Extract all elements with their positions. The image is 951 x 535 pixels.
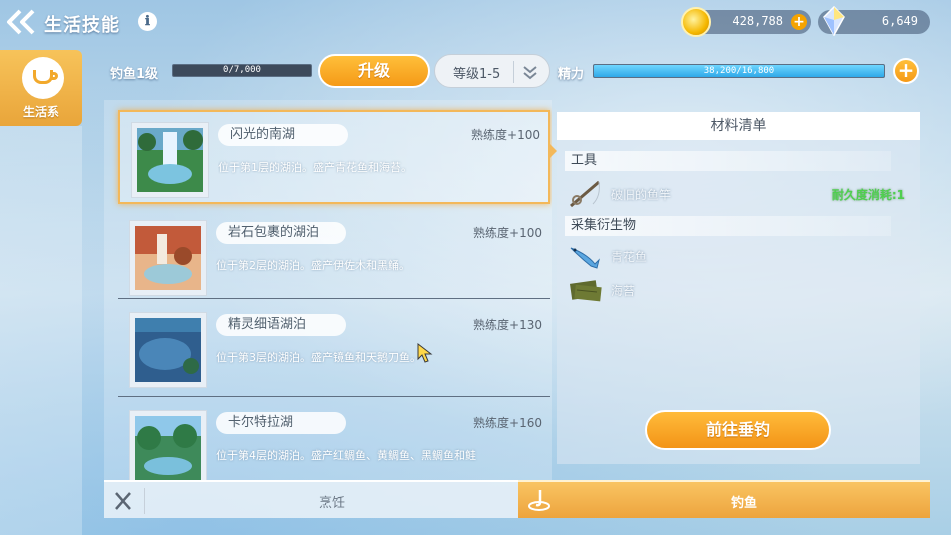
tool-row[interactable]: 破旧的鱼竿 耐久度消耗:1 [565, 178, 915, 210]
lake-name: 精灵细语湖泊 [216, 314, 346, 336]
tab-fishing[interactable]: 钓鱼 [518, 480, 930, 518]
proficiency-gain: 熟练度+160 [473, 416, 542, 430]
mouse-cursor-icon [417, 343, 433, 363]
tab-cooking-label: 烹饪 [318, 496, 345, 511]
skill-level-label: 钓鱼1级 [110, 67, 159, 82]
add-gold-button[interactable]: + [791, 14, 807, 30]
level-range-select[interactable]: 等级1-5 [434, 54, 550, 88]
creature-name: 海苔 [611, 284, 636, 298]
creature-name: 青花鱼 [611, 250, 648, 264]
list-divider [118, 396, 550, 397]
cup-handle [51, 72, 58, 80]
double-chevron-left-icon [7, 9, 35, 35]
cup-icon [33, 70, 53, 84]
list-divider [118, 298, 550, 299]
lake-item-1[interactable]: 闪光的南湖 熟练度+100 位于第1层的湖泊。盛产青花鱼和海苔。 [118, 110, 550, 204]
proficiency-gain: 熟练度+100 [471, 128, 540, 142]
lake-thumbnail [129, 220, 207, 296]
sidebar-tab-life[interactable]: 生活系 [0, 50, 82, 126]
fork-knife-icon [115, 492, 131, 510]
exp-bar: 0/7,000 [172, 64, 312, 77]
crystal-amount: 6,649 [881, 14, 918, 28]
lake-item-4[interactable]: 卡尔特拉湖 熟练度+160 位于第4层的湖泊。盛产红鲷鱼、黄鲷鱼、黑鲷鱼和鲑 [118, 400, 550, 480]
lake-list[interactable]: 闪光的南湖 熟练度+100 位于第1层的湖泊。盛产青花鱼和海苔。 岩石包裹的湖泊… [104, 100, 552, 480]
select-separator [513, 61, 514, 83]
tools-header: 工具 [565, 151, 891, 171]
energy-label: 精力 [558, 67, 585, 82]
crystal-currency: 6,649 [818, 6, 930, 36]
crystal-icon [823, 6, 845, 36]
selection-pointer [550, 144, 557, 158]
gold-amount: 428,788 [732, 14, 783, 28]
materials-panel: 材料清单 工具 破旧的鱼竿 耐久度消耗:1 采集衍生物 青花鱼 海苔 前往垂钓 [550, 112, 920, 464]
energy-bar: 38,200/16,800 [593, 64, 885, 78]
exp-text: 0/7,000 [223, 65, 261, 75]
mackerel-icon [570, 247, 600, 269]
lake-item-3[interactable]: 精灵细语湖泊 熟练度+130 位于第3层的湖泊。盛产镜鱼和天鹅刀鱼。 [118, 302, 550, 396]
tab-icon-circle [22, 57, 64, 99]
lake-image-rocks [135, 226, 201, 290]
lake-description: 位于第4层的湖泊。盛产红鲷鱼、黄鲷鱼、黑鲷鱼和鲑 [216, 449, 476, 462]
sidebar-strip [0, 126, 82, 535]
lake-image-waterfall [137, 128, 203, 192]
back-button[interactable] [4, 8, 38, 36]
proficiency-gain: 熟练度+100 [473, 226, 542, 240]
tool-durability: 耐久度消耗:1 [831, 188, 905, 202]
lake-item-2[interactable]: 岩石包裹的湖泊 熟练度+100 位于第2层的湖泊。盛产伊佐木和黑鲬。 [118, 210, 550, 304]
creature-row-1[interactable]: 青花鱼 [565, 240, 915, 272]
lake-name: 岩石包裹的湖泊 [216, 222, 346, 244]
tool-name: 破旧的鱼竿 [611, 188, 672, 202]
fishing-hook-icon [528, 490, 550, 511]
info-icon[interactable]: ℹ [138, 12, 157, 31]
lake-name: 闪光的南湖 [218, 124, 348, 146]
go-fishing-button[interactable]: 前往垂钓 [645, 410, 831, 450]
fishing-rod-icon [570, 180, 600, 208]
gold-coin-icon [681, 7, 711, 37]
creatures-header: 采集衍生物 [565, 216, 891, 236]
creature-row-2[interactable]: 海苔 [565, 274, 915, 306]
lake-thumbnail [131, 122, 209, 198]
lake-description: 位于第1层的湖泊。盛产青花鱼和海苔。 [218, 161, 412, 174]
chevron-down-icon [523, 66, 537, 80]
level-range-value: 等级1-5 [453, 67, 501, 82]
gold-currency: 428,788 + [681, 7, 811, 37]
tab-cooking[interactable]: 烹饪 [104, 480, 518, 518]
lake-thumbnail [129, 312, 207, 388]
lake-thumbnail [129, 410, 207, 480]
lake-image-blue [135, 318, 201, 382]
lake-name: 卡尔特拉湖 [216, 412, 346, 434]
page-title: 生活技能 [44, 15, 120, 36]
seaweed-icon [570, 280, 602, 302]
add-energy-button[interactable]: + [893, 58, 919, 84]
bottom-tabs: 烹饪 钓鱼 [104, 480, 930, 518]
tab-fishing-label: 钓鱼 [730, 496, 757, 511]
upgrade-button[interactable]: 升级 [318, 54, 430, 88]
materials-title: 材料清单 [557, 112, 920, 140]
lake-description: 位于第2层的湖泊。盛产伊佐木和黑鲬。 [216, 259, 410, 272]
tab-separator [144, 488, 145, 514]
lake-image-forest [135, 416, 201, 480]
sidebar-tab-label: 生活系 [22, 105, 59, 119]
lake-description: 位于第3层的湖泊。盛产镜鱼和天鹅刀鱼。 [216, 351, 421, 364]
top-bar: 生活技能 ℹ 428,788 + 6,649 [0, 0, 951, 46]
energy-text: 38,200/16,800 [703, 66, 775, 76]
proficiency-gain: 熟练度+130 [473, 318, 542, 332]
skill-level-row: 钓鱼1级 0/7,000 升级 等级1-5 精力 38,200/16,800 + [104, 54, 924, 88]
